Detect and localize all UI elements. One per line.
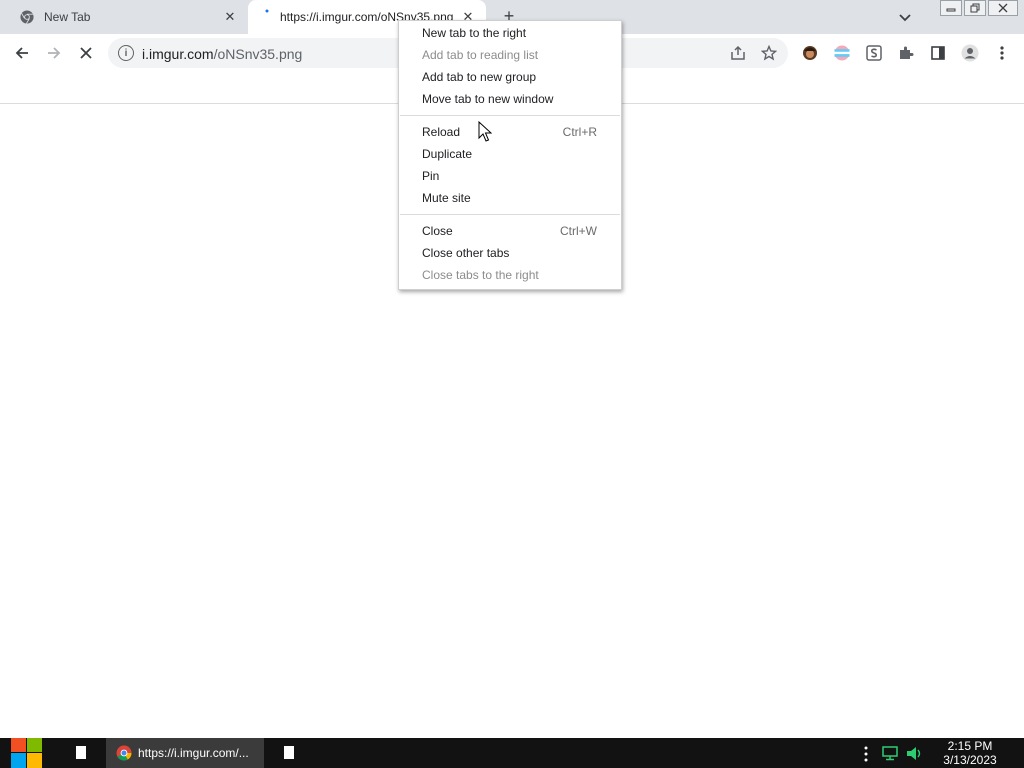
profile-avatar-icon[interactable] [960,43,980,63]
side-panel-icon[interactable] [928,43,948,63]
menu-item-label: Add tab to reading list [422,48,539,62]
extension-flag-icon[interactable] [832,43,852,63]
stop-button[interactable] [76,43,96,63]
clock[interactable]: 2:15 PM 3/13/2023 [938,739,1002,767]
taskbar-chrome-button[interactable]: https://i.imgur.com/... [106,738,264,768]
menu-item-close-other-tabs[interactable]: Close other tabs [399,242,621,264]
extension-avatar-icon[interactable] [800,43,820,63]
close-window-button[interactable] [988,0,1018,16]
close-icon[interactable]: ✕ [222,9,238,25]
menu-separator [400,214,620,215]
file-icon[interactable] [284,746,294,759]
tab-title: New Tab [44,10,91,24]
chevron-down-icon[interactable] [896,8,914,26]
clock-time: 2:15 PM [947,739,993,753]
menu-item-label: Close tabs to the right [422,268,539,282]
url-text[interactable]: i.imgur.com/oNSnv35.png [142,46,302,62]
menu-item-close-tabs-right: Close tabs to the right [399,264,621,286]
url-host: i.imgur.com [142,46,214,62]
back-arrow-icon [15,47,28,59]
menu-item-duplicate[interactable]: Duplicate [399,143,621,165]
forward-arrow-icon [48,47,61,59]
info-icon[interactable]: i [118,45,134,61]
menu-shortcut: Ctrl+W [560,224,597,238]
menu-item-label: Pin [422,169,440,183]
restore-button[interactable] [964,0,986,16]
mouse-pointer-icon [478,121,492,142]
taskbar-chrome-label: https://i.imgur.com/... [138,746,249,760]
file-icon[interactable] [76,746,86,759]
tab-new-tab[interactable]: New Tab ✕ [8,0,248,34]
menu-item-pin[interactable]: Pin [399,165,621,187]
minimize-button[interactable] [940,0,962,16]
menu-item-label: Close other tabs [422,246,510,260]
star-icon[interactable] [761,45,777,61]
close-icon [998,3,1008,13]
forward-button[interactable] [44,43,64,63]
menu-item-add-new-group[interactable]: Add tab to new group [399,66,621,88]
share-icon[interactable] [730,45,746,61]
restore-icon [970,3,980,13]
volume-icon[interactable] [906,746,924,761]
menu-item-label: Add tab to new group [422,70,537,84]
menu-item-move-new-window[interactable]: Move tab to new window [399,88,621,110]
window-controls [940,0,1018,16]
url-path: /oNSnv35.png [213,46,303,62]
network-icon[interactable] [882,746,900,761]
tray-overflow-icon[interactable] [864,746,868,762]
loading-icon [265,9,269,13]
minimize-icon [946,8,956,12]
menu-item-new-tab-right[interactable]: New tab to the right [399,22,621,44]
chrome-icon [116,745,132,761]
menu-item-add-reading-list: Add tab to reading list [399,44,621,66]
chrome-icon [20,10,34,24]
taskbar: https://i.imgur.com/... 2:15 PM 3/13/202… [0,738,1024,768]
menu-item-label: Reload [422,125,461,139]
menu-item-reload[interactable]: Reload Ctrl+R [399,121,621,143]
menu-kebab-icon[interactable] [992,43,1012,63]
extensions-puzzle-icon[interactable] [896,43,916,63]
back-button[interactable] [12,43,32,63]
menu-item-label: Close [422,224,453,238]
windows-start-icon[interactable] [10,738,44,768]
menu-separator [400,115,620,116]
menu-item-label: Move tab to new window [422,92,554,106]
menu-item-label: Mute site [422,191,471,205]
tab-context-menu: New tab to the right Add tab to reading … [398,20,622,290]
menu-item-mute-site[interactable]: Mute site [399,187,621,209]
menu-item-close[interactable]: Close Ctrl+W [399,220,621,242]
menu-item-label: Duplicate [422,147,473,161]
extension-s-icon[interactable] [864,43,884,63]
stop-icon [80,47,92,59]
clock-date: 3/13/2023 [943,753,997,767]
menu-item-label: New tab to the right [422,26,527,40]
menu-shortcut: Ctrl+R [562,125,597,139]
